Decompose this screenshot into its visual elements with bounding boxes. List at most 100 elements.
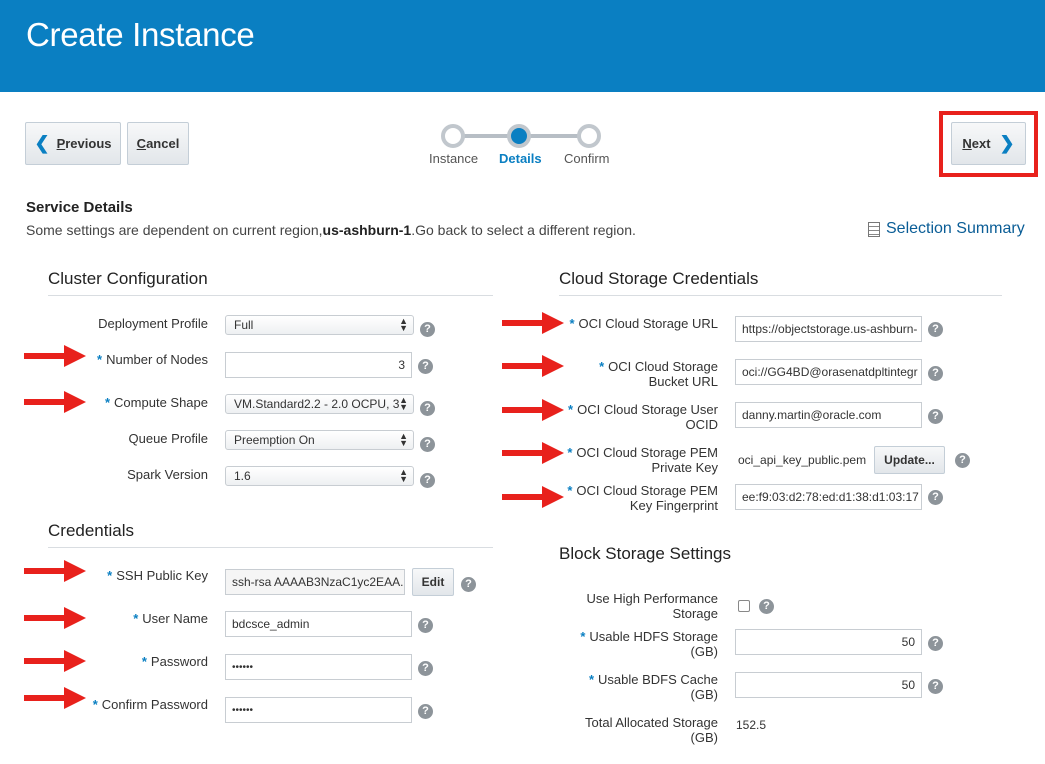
- note-suffix: .Go back to select a different region.: [411, 222, 636, 238]
- required-icon: *: [97, 352, 103, 367]
- red-arrow-annotation: [502, 486, 564, 508]
- selection-summary-icon: [868, 221, 880, 237]
- help-icon[interactable]: ?: [928, 679, 943, 694]
- cancel-button[interactable]: Cancel: [127, 122, 189, 165]
- bdfs-cache-input[interactable]: 50: [735, 672, 922, 698]
- user-ocid-input[interactable]: danny.martin@oracle.com: [735, 402, 922, 428]
- oci-url-label: * OCI Cloud Storage URL: [540, 316, 718, 331]
- nodes-input[interactable]: 3: [225, 352, 412, 378]
- total-storage-value: 152.5: [736, 718, 767, 732]
- selection-summary-link[interactable]: Selection Summary: [868, 220, 1025, 238]
- select-arrows-icon: ▲ ▼: [399, 395, 408, 412]
- hdfs-storage-label: * Usable HDFS Storage (GB): [540, 629, 718, 659]
- red-arrow-annotation: [502, 442, 564, 464]
- queue-profile-label: Queue Profile: [128, 431, 209, 446]
- required-icon: *: [133, 611, 139, 626]
- help-icon[interactable]: ?: [420, 473, 435, 488]
- spark-version-label: Spark Version: [127, 467, 208, 482]
- train-stop-details[interactable]: [507, 124, 531, 148]
- help-icon[interactable]: ?: [928, 636, 943, 651]
- hdfs-storage-label-line2: (GB): [690, 644, 718, 659]
- spark-version-value: 1.6: [234, 469, 251, 483]
- help-icon[interactable]: ?: [418, 359, 433, 374]
- train-stop-instance[interactable]: [441, 124, 465, 148]
- help-icon[interactable]: ?: [928, 366, 943, 381]
- update-pem-button[interactable]: Update...: [874, 446, 945, 474]
- train-stop-confirm[interactable]: [577, 124, 601, 148]
- help-icon[interactable]: ?: [418, 704, 433, 719]
- compute-shape-select[interactable]: VM.Standard2.2 - 2.0 OCPU, 3 ▲ ▼: [225, 394, 414, 414]
- help-icon[interactable]: ?: [759, 599, 774, 614]
- compute-shape-label-text: Compute Shape: [114, 395, 208, 410]
- note-prefix: Some settings are dependent on current r…: [26, 222, 323, 238]
- total-storage-label-line2: (GB): [690, 730, 718, 745]
- red-arrow-annotation: [24, 650, 86, 672]
- bucket-url-input[interactable]: oci://GG4BD@orasenatdpltintegr: [735, 359, 922, 385]
- user-ocid-label: * OCI Cloud Storage User OCID: [540, 402, 718, 432]
- deployment-profile-value: Full: [234, 318, 254, 332]
- service-details-note: Some settings are dependent on current r…: [26, 222, 636, 238]
- user-ocid-label-line2: OCID: [685, 417, 719, 432]
- required-icon: *: [92, 697, 98, 712]
- help-icon[interactable]: ?: [928, 490, 943, 505]
- compute-shape-value: VM.Standard2.2 - 2.0 OCPU, 3: [234, 397, 400, 411]
- total-storage-label-line1: Total Allocated Storage: [585, 715, 718, 730]
- help-icon[interactable]: ?: [418, 661, 433, 676]
- confirm-password-input[interactable]: ••••••: [225, 697, 412, 723]
- user-name-label-text: User Name: [142, 611, 208, 626]
- help-icon[interactable]: ?: [418, 618, 433, 633]
- required-icon: *: [107, 568, 113, 583]
- cancel-label-key: C: [136, 136, 147, 151]
- user-ocid-label-line1: OCI Cloud Storage User: [577, 402, 718, 417]
- help-icon[interactable]: ?: [420, 322, 435, 337]
- bdfs-cache-label-line1: Usable BDFS Cache: [598, 672, 718, 687]
- red-arrow-annotation: [502, 355, 564, 377]
- help-icon[interactable]: ?: [928, 409, 943, 424]
- password-input[interactable]: ••••••: [225, 654, 412, 680]
- nodes-label-text: Number of Nodes: [106, 352, 208, 367]
- bucket-url-label: * OCI Cloud Storage Bucket URL: [540, 359, 718, 389]
- bdfs-cache-label: * Usable BDFS Cache (GB): [540, 672, 718, 702]
- previous-button[interactable]: ❮ Previous: [25, 122, 121, 165]
- cancel-label: ancel: [146, 136, 180, 151]
- chevron-left-icon: ❮: [34, 133, 50, 153]
- edit-ssh-key-button[interactable]: Edit: [412, 568, 454, 596]
- help-icon[interactable]: ?: [928, 322, 943, 337]
- queue-profile-select[interactable]: Preemption On ▲ ▼: [225, 430, 414, 450]
- help-icon[interactable]: ?: [420, 437, 435, 452]
- pem-key-filename: oci_api_key_public.pem: [738, 453, 867, 467]
- train-label-instance[interactable]: Instance: [429, 151, 478, 166]
- train-label-confirm[interactable]: Confirm: [564, 151, 610, 166]
- credentials-heading: Credentials: [48, 521, 493, 548]
- high-performance-label-line1: Use High Performance: [586, 591, 719, 606]
- key-fingerprint-label-line2: Key Fingerprint: [629, 498, 718, 513]
- bucket-url-label-line2: Bucket URL: [648, 374, 718, 389]
- red-arrow-annotation: [24, 345, 86, 367]
- key-fingerprint-input[interactable]: ee:f9:03:d2:78:ed:d1:38:d1:03:17: [735, 484, 922, 510]
- deployment-profile-label: Deployment Profile: [98, 316, 208, 331]
- bdfs-cache-label-line2: (GB): [690, 687, 718, 702]
- note-region: us-ashburn-1: [322, 222, 412, 238]
- help-icon[interactable]: ?: [955, 453, 970, 468]
- service-details-title: Service Details: [26, 199, 133, 216]
- train-label-details[interactable]: Details: [499, 151, 542, 166]
- oci-url-input[interactable]: https://objectstorage.us-ashburn-: [735, 316, 922, 342]
- previous-label: revious: [65, 136, 112, 151]
- user-name-input[interactable]: bdcsce_admin: [225, 611, 412, 637]
- required-icon: *: [104, 395, 111, 410]
- cluster-configuration-heading: Cluster Configuration: [48, 269, 493, 296]
- help-icon[interactable]: ?: [461, 577, 476, 592]
- required-icon: *: [588, 672, 595, 687]
- required-icon: *: [569, 316, 575, 331]
- help-icon[interactable]: ?: [420, 401, 435, 416]
- step-train: Instance Details Confirm: [420, 120, 620, 170]
- deployment-profile-select[interactable]: Full ▲ ▼: [225, 315, 414, 335]
- spark-version-select[interactable]: 1.6 ▲ ▼: [225, 466, 414, 486]
- red-arrow-annotation: [502, 312, 564, 334]
- high-performance-checkbox[interactable]: [738, 600, 750, 612]
- high-performance-label: Use High Performance Storage: [540, 591, 719, 621]
- required-icon: *: [599, 359, 605, 374]
- cloud-storage-heading: Cloud Storage Credentials: [559, 269, 1002, 296]
- pem-key-label-line1: OCI Cloud Storage PEM: [576, 445, 718, 460]
- hdfs-storage-input[interactable]: 50: [735, 629, 922, 655]
